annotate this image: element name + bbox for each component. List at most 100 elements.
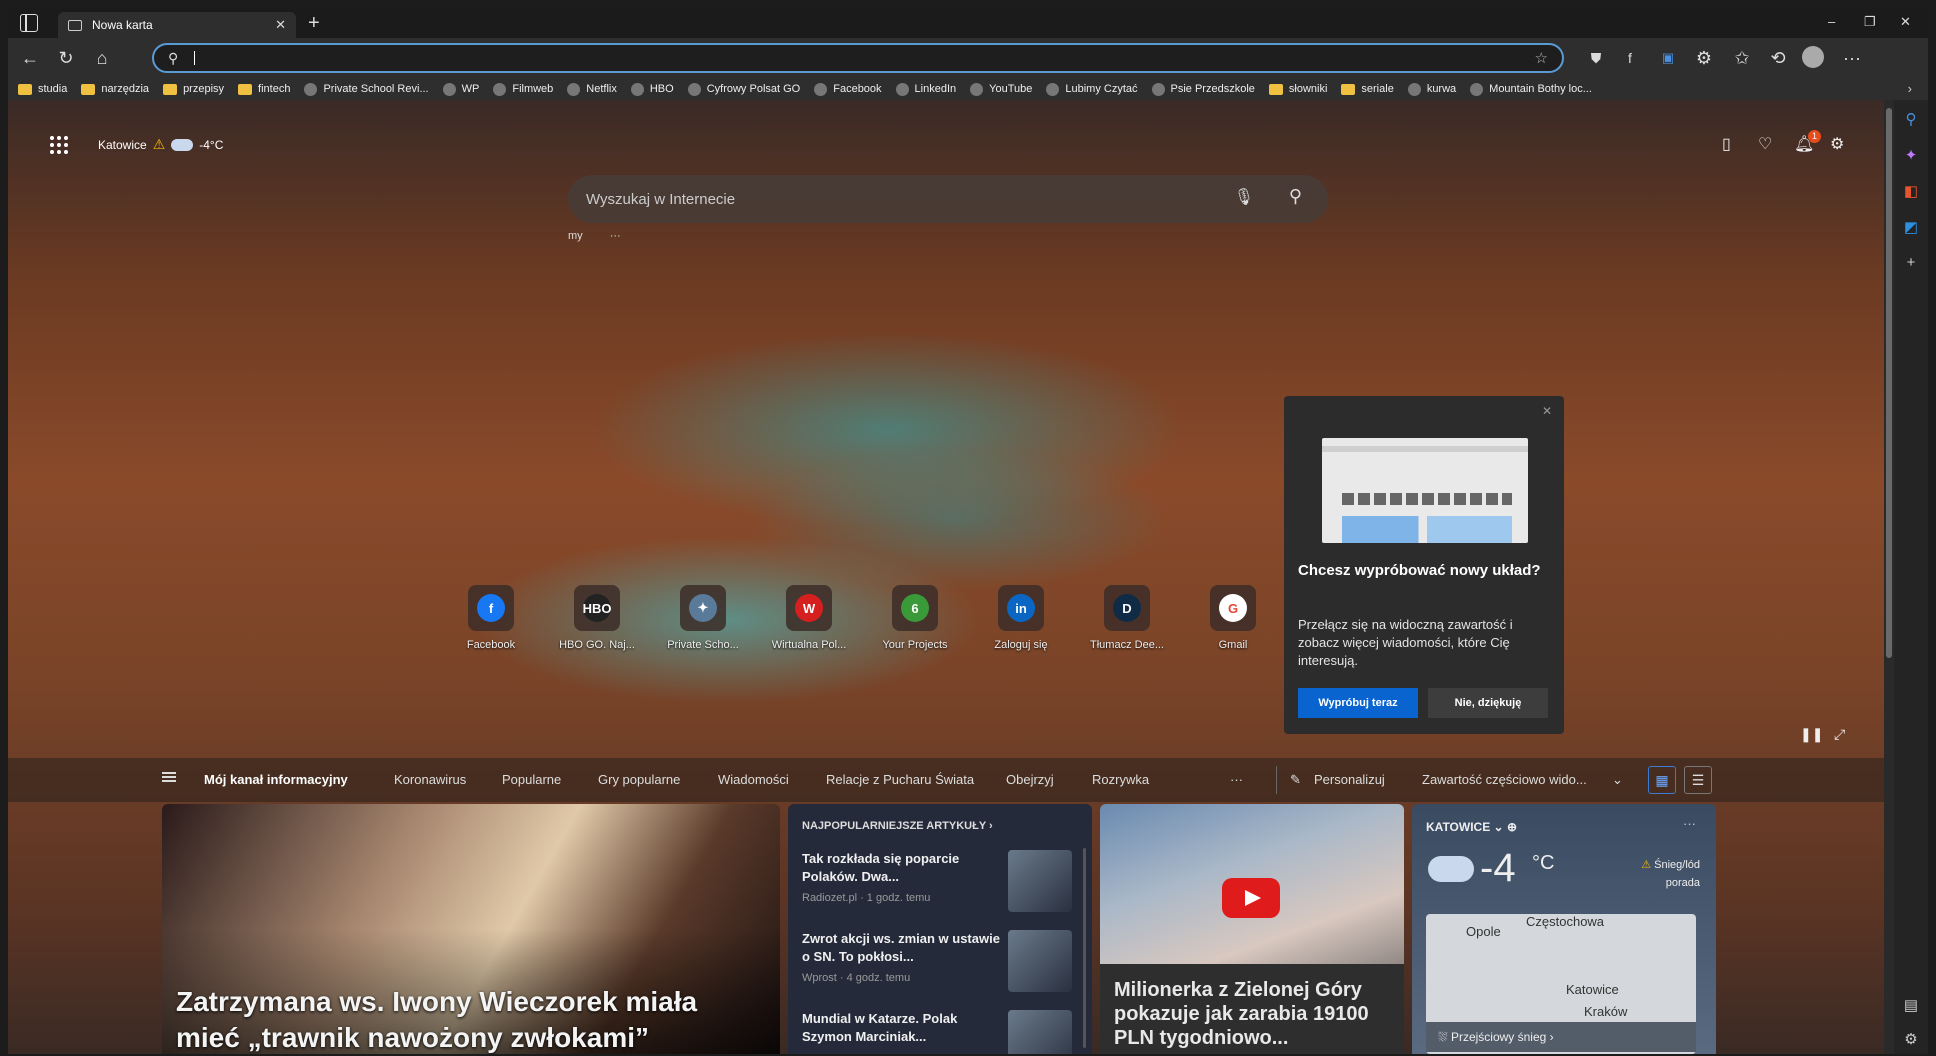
quick-link[interactable]: ✦ Private Scho... — [650, 585, 756, 651]
microphone-icon[interactable]: 🎙︎ — [1234, 187, 1254, 207]
popular-article[interactable]: Tak rozkłada się poparcie Polaków. Dwa..… — [802, 850, 1078, 920]
sidebar-add-icon[interactable]: + — [1902, 254, 1920, 272]
popular-header[interactable]: NAJPOPULARNIEJSZE ARTYKUŁY › — [802, 820, 993, 832]
popup-close-icon[interactable]: ✕ — [1542, 404, 1552, 418]
quick-link-tile[interactable]: D — [1104, 585, 1150, 631]
app-launcher-icon[interactable] — [50, 136, 68, 154]
rewards-icon[interactable]: ♡ — [1758, 134, 1772, 154]
new-tab-button[interactable]: + — [308, 12, 320, 35]
page-scrollbar[interactable] — [1884, 100, 1894, 1054]
bookmark-item[interactable]: fintech — [238, 83, 290, 95]
sidebar-outlook-icon[interactable]: ◩ — [1902, 218, 1920, 236]
facebook-extension-icon[interactable]: f — [1618, 46, 1642, 70]
quick-link-tile[interactable]: in — [998, 585, 1044, 631]
feed-tab-games[interactable]: Gry popularne — [598, 772, 680, 787]
home-icon[interactable]: ⌂ — [90, 46, 114, 70]
bookmark-item[interactable]: słowniki — [1268, 83, 1327, 95]
web-search-box[interactable]: 🎙︎ ⚲ — [568, 175, 1328, 223]
feed-tab-news[interactable]: Wiadomości — [718, 772, 789, 787]
quick-link-tile[interactable]: f — [468, 585, 514, 631]
bookmark-item[interactable]: seriale — [1341, 83, 1394, 95]
no-thanks-button[interactable]: Nie, dziękuję — [1428, 688, 1548, 718]
add-favorite-icon[interactable]: ☆ — [1535, 49, 1548, 67]
tab-actions-icon[interactable] — [20, 14, 38, 32]
list-view-icon[interactable]: ☰ — [1684, 766, 1712, 794]
quick-link[interactable]: G Gmail — [1180, 585, 1286, 651]
personalize-button[interactable]: Personalizuj — [1314, 772, 1385, 787]
grid-view-icon[interactable]: ▦ — [1648, 766, 1676, 794]
quick-link[interactable]: in Zaloguj się — [968, 585, 1074, 651]
bookmarks-overflow-icon[interactable]: › — [1908, 81, 1912, 96]
popular-scrollbar[interactable] — [1083, 848, 1086, 1048]
recent-search-my[interactable]: my — [568, 230, 583, 242]
feed-tab-world-cup[interactable]: Relacje z Pucharu Świata — [826, 772, 974, 787]
bookmark-item[interactable]: Mountain Bothy loc... — [1470, 82, 1592, 96]
extensions-puzzle-icon[interactable]: ⚙ — [1692, 46, 1716, 70]
extension-icon[interactable]: ▣ — [1656, 46, 1680, 70]
weather-card[interactable]: KATOWICE ⌄ ⊕ ··· -4 °C ⚠ Śnieg/lód porada… — [1412, 804, 1716, 1054]
sidebar-settings-icon[interactable]: ⚙ — [1902, 1030, 1920, 1048]
hero-news-card[interactable]: Zatrzymana ws. Iwony Wieczorek miała mie… — [162, 804, 780, 1054]
popular-article[interactable]: Mundial w Katarze. Polak Szymon Marcinia… — [802, 1010, 1078, 1054]
expand-background-icon[interactable]: ⤢ — [1834, 726, 1845, 743]
quick-link-tile[interactable]: ✦ — [680, 585, 726, 631]
popular-article[interactable]: Zwrot akcji ws. zmian w ustawie o SN. To… — [802, 930, 1078, 1000]
mobile-icon[interactable]: ▯ — [1722, 134, 1731, 154]
feed-tab-watch[interactable]: Obejrzyj — [1006, 772, 1054, 787]
try-now-button[interactable]: Wypróbuj teraz — [1298, 688, 1418, 718]
tab-close-icon[interactable]: ✕ — [275, 17, 286, 33]
feed-tab-entertainment[interactable]: Rozrywka — [1092, 772, 1149, 787]
address-bar[interactable]: ⚲ ☆ — [152, 43, 1564, 73]
pause-background-icon[interactable]: ❚❚ — [1800, 726, 1823, 743]
feed-more-icon[interactable]: ··· — [1230, 772, 1243, 787]
chevron-down-icon[interactable]: ⌄ — [1612, 772, 1623, 788]
quick-link-tile[interactable]: HBO — [574, 585, 620, 631]
feed-tab-my-feed[interactable]: Mój kanał informacyjny — [204, 772, 348, 787]
bookmark-item[interactable]: Private School Revi... — [304, 82, 429, 96]
history-icon[interactable]: ⟲ — [1766, 46, 1790, 70]
feed-tab-coronavirus[interactable]: Koronawirus — [394, 772, 466, 787]
page-settings-gear-icon[interactable]: ⚙ — [1830, 134, 1844, 154]
personalize-icon[interactable]: ✎ — [1290, 772, 1301, 788]
play-icon[interactable] — [1222, 878, 1280, 918]
bookmark-item[interactable]: Netflix — [567, 82, 617, 96]
bookmark-item[interactable]: Lubimy Czytać — [1046, 82, 1138, 96]
bookmark-item[interactable]: Cyfrowy Polsat GO — [687, 82, 800, 96]
weather-card-city[interactable]: KATOWICE ⌄ ⊕ — [1426, 820, 1517, 834]
back-icon[interactable]: ← — [18, 46, 42, 70]
bookmark-item[interactable]: LinkedIn — [895, 82, 956, 96]
quick-link[interactable]: D Tłumacz Dee... — [1074, 585, 1180, 651]
video-card[interactable]: Milionerka z Zielonej Góry pokazuje jak … — [1100, 804, 1404, 1054]
refresh-icon[interactable]: ↻ — [54, 46, 78, 70]
quick-link-tile[interactable]: G — [1210, 585, 1256, 631]
bookmark-item[interactable]: narzędzia — [81, 83, 149, 95]
minimize-button[interactable]: – — [1828, 14, 1835, 29]
bookmark-item[interactable]: Facebook — [814, 82, 882, 96]
content-visibility-dropdown[interactable]: Zawartość częściowo wido... — [1422, 772, 1587, 787]
close-window-button[interactable]: ✕ — [1900, 14, 1911, 30]
shield-extension-icon[interactable]: ⛊ — [1584, 46, 1608, 70]
weather-forecast-link[interactable]: ⛆ Przejściowy śnieg › — [1426, 1022, 1696, 1052]
feed-tab-popular[interactable]: Popularne — [502, 772, 561, 787]
weather-card-more-icon[interactable]: ··· — [1683, 816, 1696, 831]
bookmark-item[interactable]: Filmweb — [493, 82, 553, 96]
favorites-icon[interactable]: ✩ — [1730, 46, 1754, 70]
weather-widget[interactable]: Katowice ⚠ -4°C — [98, 136, 223, 153]
feed-menu-icon[interactable] — [162, 772, 176, 782]
sidebar-panel-icon[interactable]: ▤ — [1902, 996, 1920, 1014]
settings-more-icon[interactable]: ··· — [1840, 46, 1864, 70]
profile-avatar[interactable] — [1802, 46, 1824, 68]
quick-link[interactable]: W Wirtualna Pol... — [756, 585, 862, 651]
bookmark-item[interactable]: kurwa — [1407, 82, 1456, 96]
quick-link[interactable]: f Facebook — [438, 585, 544, 651]
bookmark-item[interactable]: YouTube — [970, 82, 1032, 96]
bookmark-item[interactable]: studia — [18, 83, 67, 95]
more-searches-icon[interactable]: ··· — [610, 230, 621, 242]
web-search-input[interactable] — [586, 187, 1226, 211]
sidebar-discover-icon[interactable]: ✦ — [1902, 146, 1920, 164]
quick-link-tile[interactable]: 6 — [892, 585, 938, 631]
sidebar-search-icon[interactable]: ⚲ — [1902, 110, 1920, 128]
quick-link-tile[interactable]: W — [786, 585, 832, 631]
tab-new-tab[interactable]: Nowa karta ✕ — [58, 12, 296, 38]
quick-link[interactable]: HBO HBO GO. Naj... — [544, 585, 650, 651]
